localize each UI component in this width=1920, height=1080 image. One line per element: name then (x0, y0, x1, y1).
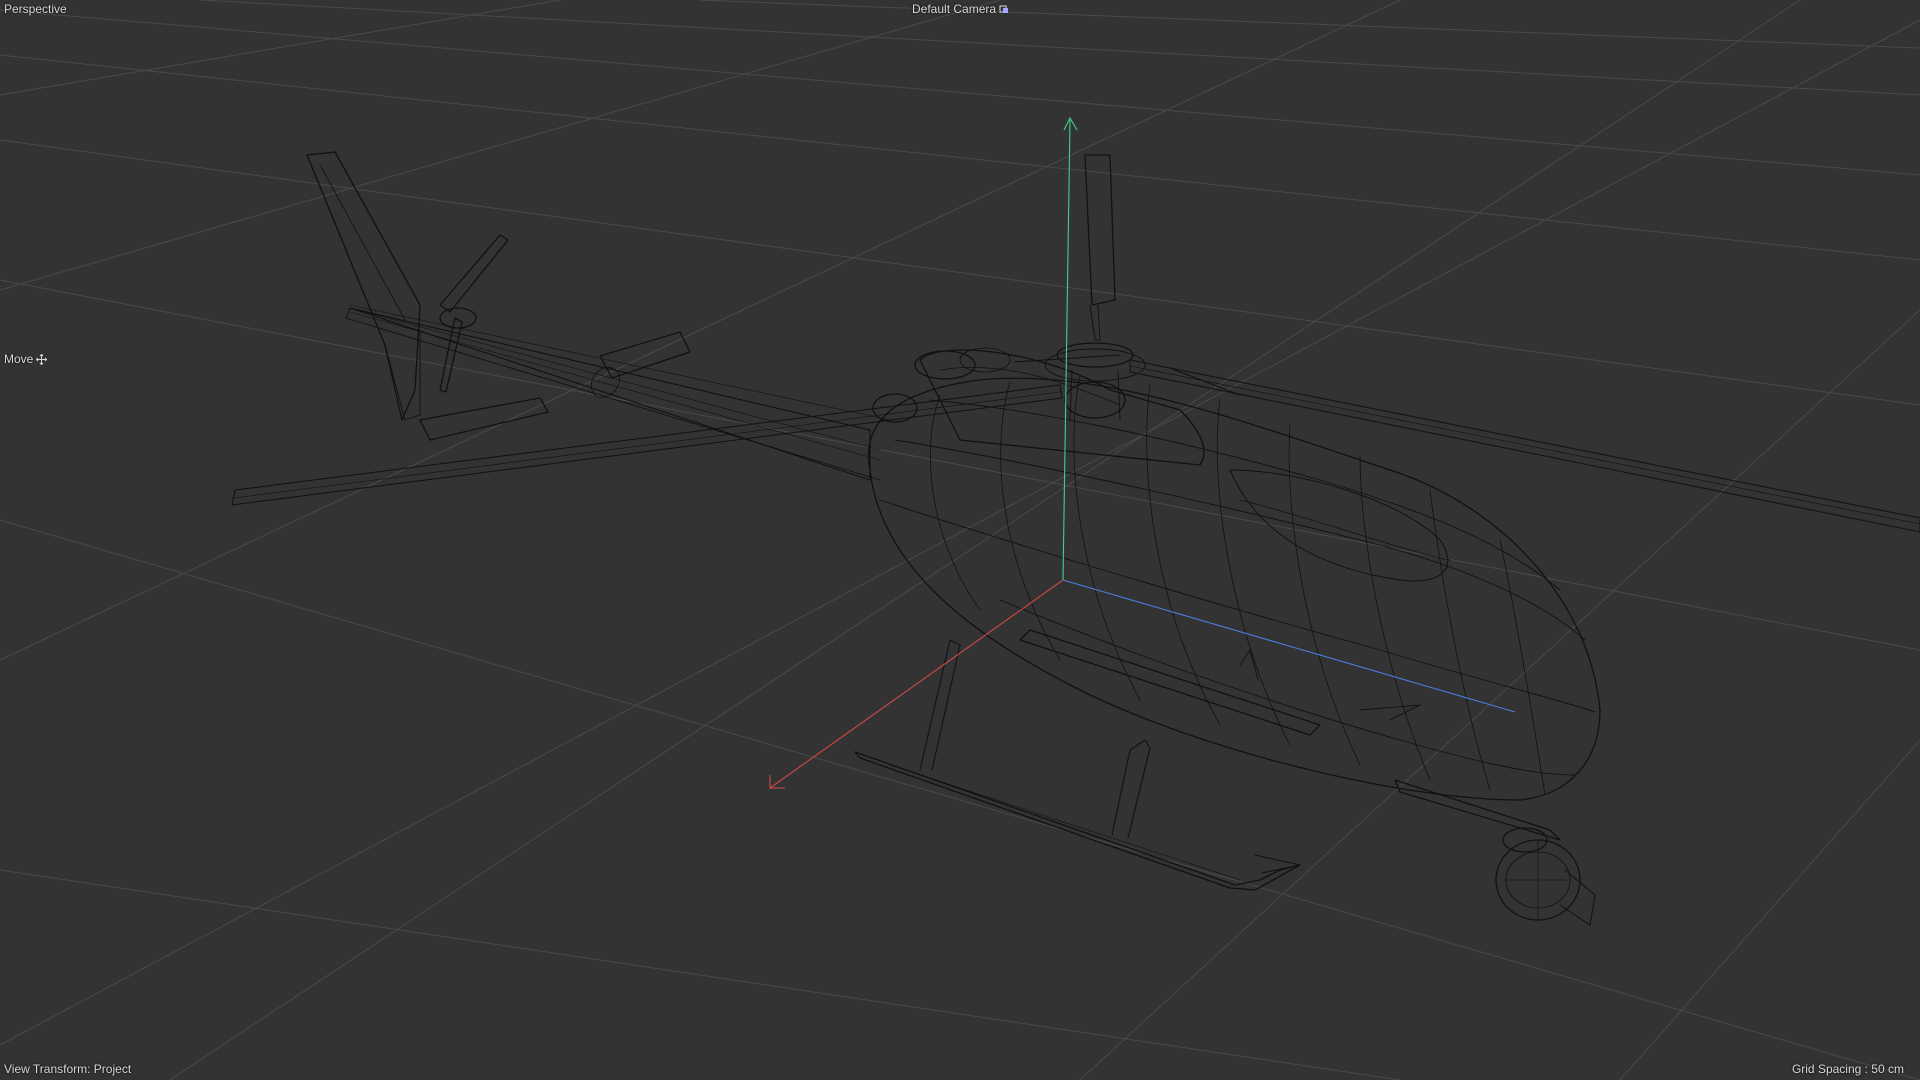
axis-y-handle[interactable] (1062, 119, 1071, 581)
floor-grid (0, 0, 1920, 1080)
viewport-scene[interactable] (0, 0, 1920, 1080)
axis-x-handle[interactable] (769, 579, 1064, 789)
axis-z-handle[interactable] (1062, 579, 1516, 713)
move-gizmo[interactable] (769, 116, 1516, 789)
grid-spacing-label: Grid Spacing : 50 cm (1791, 1062, 1904, 1076)
view-transform-label: View Transform: Project (4, 1062, 132, 1076)
axis-y-arrowhead[interactable] (1063, 116, 1078, 131)
view-name-label[interactable]: Perspective (4, 2, 67, 16)
helicopter-wireframe[interactable] (231, 151, 1920, 926)
camera-toggle-icon[interactable] (999, 4, 1010, 15)
camera-name: Default Camera (912, 2, 997, 16)
move-cross-icon (36, 353, 48, 365)
main-rotor-blade-right (1129, 359, 1920, 533)
active-tool-label: Move (4, 352, 48, 366)
camera-selector[interactable]: Default Camera (912, 2, 1010, 16)
3d-viewport[interactable]: Perspective Default Camera Move View Tra… (0, 0, 1920, 1080)
skid-left (854, 751, 1301, 891)
tool-name: Move (4, 352, 34, 366)
